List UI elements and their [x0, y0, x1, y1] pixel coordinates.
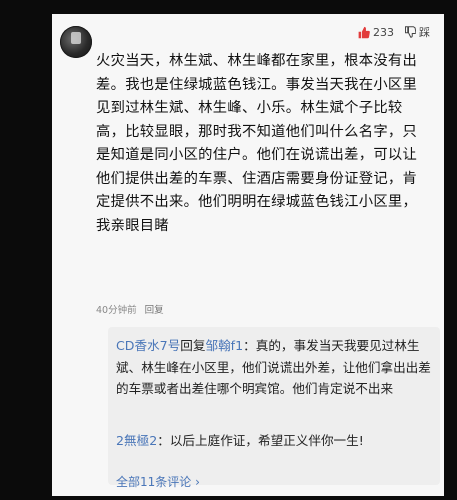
reply-body: ：以后上庭作证，希望正义伴你一生!: [157, 433, 364, 448]
like-button[interactable]: 233: [357, 26, 394, 39]
dislike-label: 踩: [419, 26, 430, 39]
comment-screen: 233 踩 火灾当天，林生斌、林生峰都在家里，根本没有出差。我也是住绿城蓝色钱江…: [52, 14, 444, 496]
reply-username[interactable]: 2無極2: [116, 433, 157, 448]
comment-meta: 40分钟前 回复: [96, 302, 164, 316]
comment-actions: 233 踩: [357, 24, 430, 40]
avatar[interactable]: [60, 26, 92, 58]
reply-button[interactable]: 回复: [145, 305, 164, 316]
reply-item: CD香水7号回复邹翰f1：真的，事发当天我要见过林生斌、林生峰在小区里，他们说谎…: [116, 335, 436, 400]
thumbs-up-icon: [358, 26, 370, 38]
dislike-button[interactable]: 踩: [404, 24, 430, 40]
comment-time: 40分钟前: [96, 305, 137, 316]
reply-username[interactable]: CD香水7号: [116, 338, 180, 353]
reply-thread: CD香水7号回复邹翰f1：真的，事发当天我要见过林生斌、林生峰在小区里，他们说谎…: [108, 327, 440, 489]
like-count: 233: [373, 25, 394, 39]
reply-item: 2無極2：以后上庭作证，希望正义伴你一生!: [116, 430, 436, 452]
reply-prefix: 回复: [180, 338, 206, 353]
thumbs-down-icon: [405, 26, 416, 38]
reply-target-username[interactable]: 邹翰f1: [205, 338, 243, 353]
all-comments-link[interactable]: 全部11条评论 ›: [116, 473, 200, 490]
comment-body: 火灾当天，林生斌、林生峰都在家里，根本没有出差。我也是住绿城蓝色钱江。事发当天我…: [96, 53, 418, 234]
